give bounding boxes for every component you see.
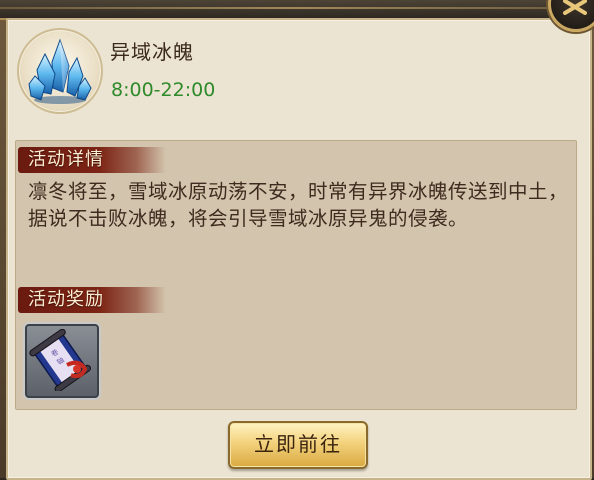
rewards-heading: 活动奖励 xyxy=(18,287,166,313)
activity-description: 凛冬将至，雪域冰原动荡不安，时常有异界冰魄传送到中土，据说不击败冰魄，将会引导雪… xyxy=(28,180,569,230)
close-icon xyxy=(563,0,587,15)
ice-crystal-icon xyxy=(28,38,92,104)
window-frame: 异域冰魄 8:00-22:00 活动详情 凛冬将至，雪域冰原动荡不安，时常有异界… xyxy=(0,0,594,480)
scroll-icon: 卷 轴 xyxy=(29,329,92,391)
go-now-button[interactable]: 立即前往 xyxy=(228,421,368,469)
activity-title: 异域冰魄 xyxy=(110,40,194,64)
activity-icon-frame xyxy=(17,28,103,114)
frame-top-border xyxy=(0,0,594,20)
details-heading: 活动详情 xyxy=(18,147,166,173)
reward-item-slot[interactable]: 卷 轴 xyxy=(23,322,101,400)
activity-time: 8:00-22:00 xyxy=(111,79,216,101)
